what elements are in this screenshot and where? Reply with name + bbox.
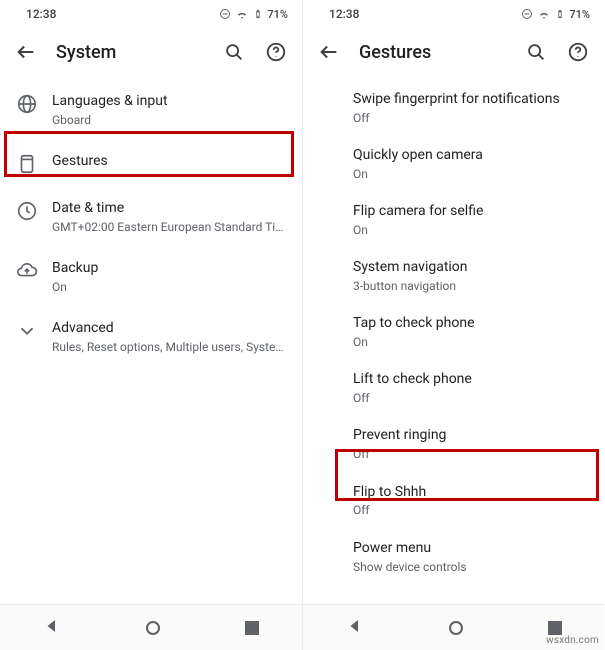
- clock-icon: [16, 200, 38, 222]
- nav-home-icon[interactable]: [146, 621, 160, 635]
- status-bar: 12:38 71%: [0, 0, 302, 28]
- row-advanced[interactable]: Advanced Rules, Reset options, Multiple …: [0, 307, 302, 367]
- row-label: System navigation: [353, 258, 590, 277]
- gestures-list: Swipe fingerprint for notifications Off …: [303, 76, 604, 589]
- nav-recent-icon[interactable]: [245, 621, 259, 635]
- watermark: wsxdn.com: [546, 635, 599, 646]
- row-sub: GMT+02:00 Eastern European Standard Time: [52, 219, 288, 235]
- row-label: Quickly open camera: [353, 146, 590, 165]
- dnd-icon: [219, 8, 231, 20]
- status-right: 71%: [521, 7, 590, 21]
- search-icon[interactable]: [524, 40, 548, 64]
- phone-system: 12:38 71% System: [0, 0, 302, 650]
- nav-home-icon[interactable]: [449, 621, 463, 635]
- row-gestures[interactable]: Gestures: [0, 140, 302, 187]
- header: System: [0, 28, 302, 76]
- row-label: Languages & input: [52, 92, 288, 111]
- status-time: 12:38: [329, 7, 359, 21]
- chevron-down-icon: [16, 320, 38, 342]
- row-system-navigation[interactable]: System navigation 3-button navigation: [303, 248, 604, 304]
- row-flip-camera-selfie[interactable]: Flip camera for selfie On: [303, 192, 604, 248]
- navbar: [0, 604, 302, 650]
- row-label: Flip camera for selfie: [353, 202, 590, 221]
- row-power-menu[interactable]: Power menu Show device controls: [303, 529, 604, 585]
- row-label: Gestures: [52, 152, 288, 171]
- row-tap-check-phone[interactable]: Tap to check phone On: [303, 304, 604, 360]
- nav-back-icon[interactable]: [43, 617, 61, 639]
- row-languages-input[interactable]: Languages & input Gboard: [0, 80, 302, 140]
- row-swipe-fingerprint[interactable]: Swipe fingerprint for notifications Off: [303, 80, 604, 136]
- page-title: Gestures: [359, 42, 506, 63]
- wifi-icon: [537, 7, 551, 21]
- status-bar: 12:38 71%: [303, 0, 604, 28]
- row-flip-to-shhh[interactable]: Flip to Shhh Off: [303, 473, 604, 529]
- battery-icon: [253, 7, 263, 21]
- row-sub: Off: [353, 446, 590, 462]
- row-prevent-ringing[interactable]: Prevent ringing Off: [303, 416, 604, 472]
- nav-recent-icon[interactable]: [548, 621, 562, 635]
- row-lift-check-phone[interactable]: Lift to check phone Off: [303, 360, 604, 416]
- settings-list: Languages & input Gboard Gestures Date &…: [0, 76, 302, 371]
- help-icon[interactable]: [264, 40, 288, 64]
- dnd-icon: [521, 8, 533, 20]
- row-date-time[interactable]: Date & time GMT+02:00 Eastern European S…: [0, 187, 302, 247]
- row-sub: Off: [353, 390, 590, 406]
- row-sub: Show device controls: [353, 559, 590, 575]
- row-label: Prevent ringing: [353, 426, 590, 445]
- row-label: Power menu: [353, 539, 590, 558]
- back-icon[interactable]: [317, 40, 341, 64]
- wifi-icon: [235, 7, 249, 21]
- header: Gestures: [303, 28, 604, 76]
- battery-pct: 71%: [569, 8, 590, 21]
- row-label: Lift to check phone: [353, 370, 590, 389]
- row-label: Backup: [52, 259, 288, 278]
- nav-back-icon[interactable]: [346, 617, 364, 639]
- row-label: Tap to check phone: [353, 314, 590, 333]
- status-time: 12:38: [26, 7, 56, 21]
- row-sub: On: [353, 334, 590, 350]
- battery-icon: [555, 7, 565, 21]
- row-label: Advanced: [52, 319, 288, 338]
- search-icon[interactable]: [222, 40, 246, 64]
- row-sub: 3-button navigation: [353, 278, 590, 294]
- globe-icon: [16, 93, 38, 115]
- row-sub: On: [353, 222, 590, 238]
- help-icon[interactable]: [566, 40, 590, 64]
- row-sub: Off: [353, 110, 590, 126]
- row-sub: Off: [353, 502, 590, 518]
- row-label: Flip to Shhh: [353, 483, 590, 502]
- row-sub: On: [52, 279, 288, 295]
- row-sub: On: [353, 166, 590, 182]
- cloud-upload-icon: [16, 260, 38, 282]
- page-title: System: [56, 42, 204, 63]
- gestures-icon: [16, 153, 38, 175]
- row-quickly-open-camera[interactable]: Quickly open camera On: [303, 136, 604, 192]
- row-label: Swipe fingerprint for notifications: [353, 90, 590, 109]
- row-label: Date & time: [52, 199, 288, 218]
- back-icon[interactable]: [14, 40, 38, 64]
- row-backup[interactable]: Backup On: [0, 247, 302, 307]
- row-sub: Rules, Reset options, Multiple users, Sy…: [52, 339, 288, 355]
- battery-pct: 71%: [267, 8, 288, 21]
- status-right: 71%: [219, 7, 288, 21]
- row-sub: Gboard: [52, 112, 288, 128]
- phone-gestures: 12:38 71% Gestures Swipe fin: [302, 0, 604, 650]
